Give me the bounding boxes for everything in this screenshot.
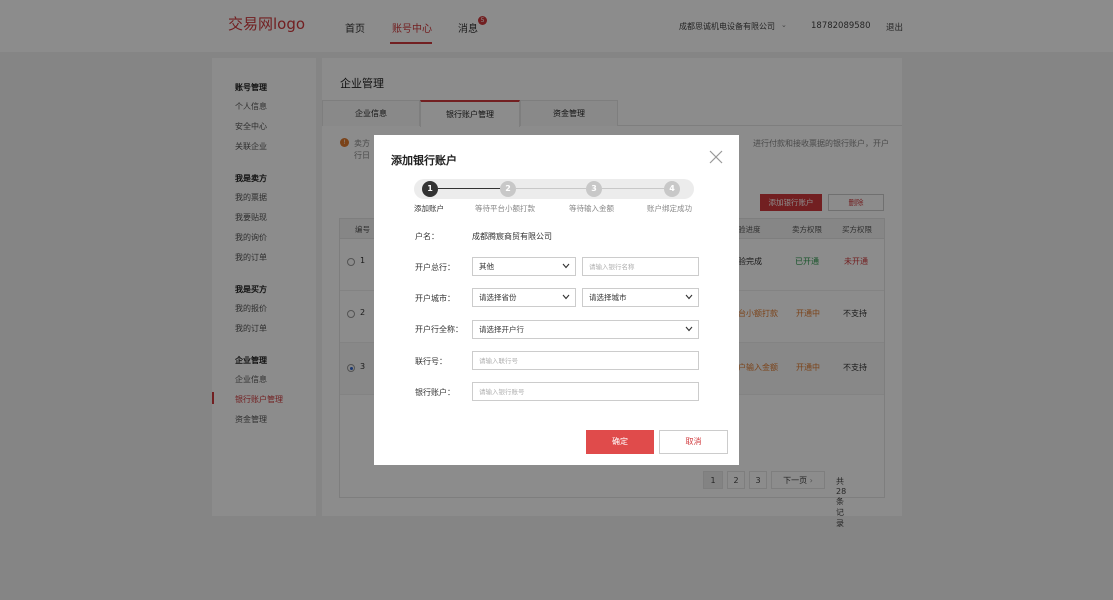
step-connector (602, 188, 664, 189)
step-3-circle: 3 (586, 181, 602, 197)
union-no-input[interactable] (472, 351, 699, 370)
chevron-down-icon (685, 294, 693, 300)
city-selected: 请选择城市 (589, 293, 627, 302)
city-select[interactable]: 请选择城市 (582, 288, 699, 307)
union-no-label: 联行号： (415, 357, 447, 366)
steps-track (414, 179, 694, 199)
step-connector (438, 188, 500, 189)
account-name-value: 成都腾宸商贸有限公司 (472, 232, 552, 241)
step-4-circle: 4 (664, 181, 680, 197)
chevron-down-icon (685, 326, 693, 332)
head-bank-label: 开户总行： (415, 263, 455, 272)
branch-select[interactable]: 请选择开户行 (472, 320, 699, 339)
account-no-input[interactable] (472, 382, 699, 401)
province-select[interactable]: 请选择省份 (472, 288, 576, 307)
step-4-label: 账户绑定成功 (647, 204, 692, 213)
bank-name-input[interactable] (582, 257, 699, 276)
add-bank-account-dialog: 添加银行账户 1 2 3 4 添加账户 等待平台小额打款 等待输入金额 账户绑定… (374, 135, 739, 465)
branch-label: 开户行全称： (415, 325, 463, 334)
chevron-down-icon (562, 294, 570, 300)
city-label: 开户城市： (415, 294, 455, 303)
account-name-label: 户名： (415, 232, 439, 241)
step-1-label: 添加账户 (414, 204, 444, 213)
dialog-title: 添加银行账户 (391, 154, 457, 167)
step-connector (516, 188, 586, 189)
cancel-button[interactable]: 取消 (659, 430, 728, 454)
step-3-label: 等待输入金额 (569, 204, 614, 213)
province-selected: 请选择省份 (479, 293, 517, 302)
close-icon[interactable] (709, 150, 723, 164)
confirm-button[interactable]: 确定 (586, 430, 654, 454)
head-bank-selected: 其他 (479, 262, 494, 271)
step-2-circle: 2 (500, 181, 516, 197)
step-1-circle: 1 (422, 181, 438, 197)
branch-selected: 请选择开户行 (479, 325, 524, 334)
step-2-label: 等待平台小额打款 (475, 204, 535, 213)
chevron-down-icon (562, 263, 570, 269)
head-bank-select[interactable]: 其他 (472, 257, 576, 276)
account-no-label: 银行账户： (415, 388, 455, 397)
